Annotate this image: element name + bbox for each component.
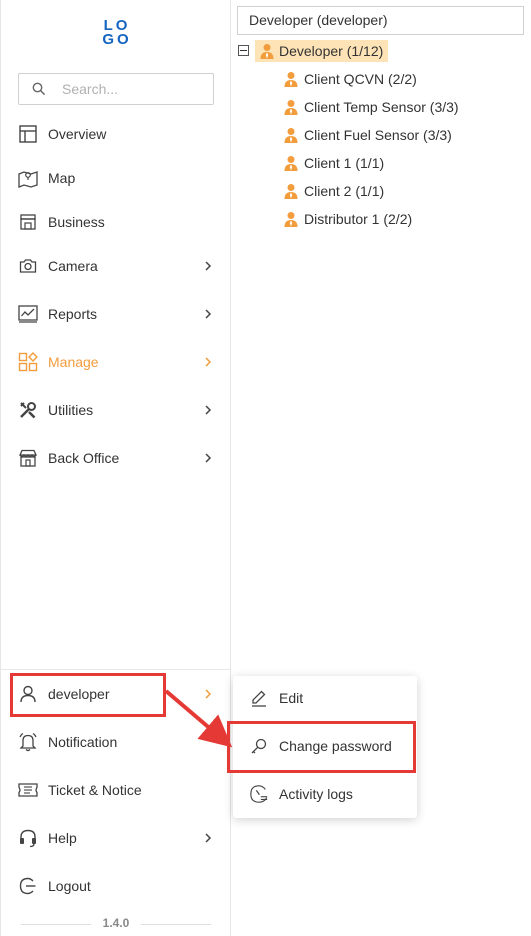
history-icon [249,784,269,804]
nav-label: Help [48,830,77,846]
logout-icon [18,876,38,896]
version-label: 1.4.0 [102,916,130,930]
tree-node[interactable]: Distributor 1 (2/2) [280,208,412,230]
nav-item-business[interactable]: Business [1,200,231,244]
arrow-annotation [164,689,233,748]
nav-item-camera[interactable]: Camera [1,244,231,288]
user-icon [283,71,299,93]
nav-item-manage[interactable]: Manage [1,340,231,384]
pencil-icon [249,688,269,708]
collapse-toggle[interactable] [238,45,249,56]
camera-icon [18,256,38,276]
svg-text:GO: GO [102,31,131,48]
logo[interactable]: LO GO [101,16,133,48]
tree-node-label: Client 2 (1/1) [304,183,385,199]
chevron-right-icon [203,261,213,271]
highlight-box [10,673,166,717]
nav-label: Reports [48,306,98,322]
tree-node-label: Client 1 (1/1) [304,155,385,171]
nav-label: Camera [48,258,98,274]
nav-label: Logout [48,878,91,894]
tree-node[interactable]: Client 2 (1/1) [280,180,384,202]
manage-icon [18,352,38,372]
nav-item-back-office[interactable]: Back Office [1,436,231,480]
search-icon [32,82,46,96]
nav-item-utilities[interactable]: Utilities [1,388,231,432]
tree-node-label: Developer (1/12) [279,43,384,59]
back-office-icon [18,448,38,468]
user-icon [283,183,299,205]
tree-node-label: Distributor 1 (2/2) [304,211,413,227]
sidebar: LO GO Overview Map Business C [0,0,231,936]
menu-item-label: Activity logs [279,786,353,802]
chevron-right-icon [203,453,213,463]
nav-item-map[interactable]: Map [1,156,231,200]
search-box[interactable] [18,73,214,105]
chevron-right-icon [203,833,213,843]
tree-node[interactable]: Client Fuel Sensor (3/3) [280,124,452,146]
overview-icon [18,124,38,144]
ticket-icon [18,780,38,800]
tree-node[interactable]: Client QCVN (2/2) [280,68,417,90]
tree-header[interactable]: Developer (developer) [237,6,524,35]
map-icon [18,168,38,188]
tree-root-node[interactable]: Developer (1/12) [255,40,389,65]
nav-label: Manage [48,354,99,370]
nav-label: Overview [48,126,107,142]
search-input[interactable] [62,81,192,97]
tree-node-label: Client Temp Sensor (3/3) [304,99,459,115]
chevron-right-icon [203,309,213,319]
nav-item-reports[interactable]: Reports [1,292,231,336]
utilities-icon [18,400,38,420]
nav-label: Back Office [48,450,120,466]
user-group-icon [259,43,275,65]
logo-icon: LO GO [102,17,131,48]
reports-icon [18,304,38,324]
nav-item-overview[interactable]: Overview [1,112,231,156]
user-icon [283,211,299,233]
chevron-right-icon [203,357,213,367]
menu-item-activity-logs[interactable]: Activity logs [233,774,417,814]
nav-label: Notification [48,734,118,750]
nav-label: Map [48,170,76,186]
nav-item-ticket[interactable]: Ticket & Notice [1,768,231,812]
chevron-right-icon [203,405,213,415]
tree-node-label: Client Fuel Sensor (3/3) [304,127,452,143]
tree-node-label: Client QCVN (2/2) [304,71,417,87]
business-icon [18,212,38,232]
tree-node[interactable]: Client Temp Sensor (3/3) [280,96,459,118]
divider [1,669,231,670]
user-icon [283,99,299,121]
user-icon [283,155,299,177]
menu-item-label: Edit [279,690,304,706]
headset-icon [18,828,38,848]
user-icon [283,127,299,149]
nav-label: Ticket & Notice [48,782,142,798]
nav-label: Business [48,214,105,230]
menu-item-edit[interactable]: Edit [233,678,417,718]
nav-item-help[interactable]: Help [1,816,231,860]
bell-icon [18,732,38,752]
tree-node[interactable]: Client 1 (1/1) [280,152,384,174]
nav-item-logout[interactable]: Logout [1,864,231,908]
nav-label: Utilities [48,402,94,418]
highlight-box [227,721,416,773]
